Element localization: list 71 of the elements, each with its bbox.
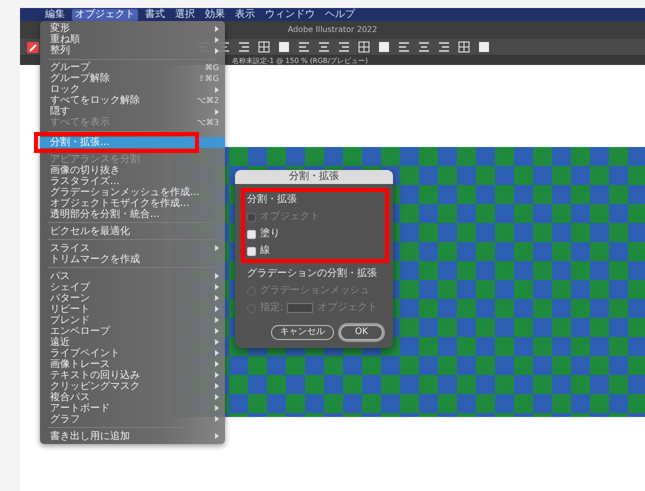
menu-item[interactable]: グラデーションメッシュを作成... [40, 186, 225, 198]
menu-item[interactable]: ブレンド [40, 314, 225, 326]
menu-item[interactable]: 複合パス [40, 392, 225, 402]
menu-bar-item[interactable]: オブジェクト [72, 8, 138, 20]
menu-item[interactable]: ロック [40, 84, 225, 95]
align-right-icon[interactable] [338, 41, 350, 53]
menu-bar-item[interactable]: ヘルプ [322, 8, 358, 20]
menu-item[interactable]: 透明部分を分割・統合... [40, 208, 225, 220]
number-field[interactable] [287, 303, 314, 313]
shortcut-text: ⌘G [204, 62, 219, 73]
menu-item[interactable]: テキストの回り込み [40, 370, 225, 380]
square-icon[interactable] [378, 41, 390, 53]
menu-item[interactable]: 分割・拡張... [40, 136, 225, 148]
menu-item[interactable]: 画像トレース [40, 358, 225, 370]
menu-item[interactable]: 遠近 [40, 336, 225, 348]
app-icon[interactable] [26, 41, 40, 53]
menu-item[interactable]: グループ解除 ⇧⌘G [40, 73, 225, 84]
menu-bar-item[interactable]: 編集 [42, 8, 68, 20]
checkbox-label: 塗り [260, 228, 280, 240]
menu-item[interactable]: パス [40, 270, 225, 282]
menu-bar-item[interactable]: 効果 [202, 8, 228, 20]
submenu-arrow-icon [215, 245, 219, 251]
menu-item[interactable]: ライブペイント [40, 348, 225, 358]
menu-bar-item[interactable]: 選択 [172, 8, 198, 20]
shortcut-text: ⌥⌘2 [196, 95, 219, 106]
checkbox-label: 線 [260, 245, 270, 257]
menu-item[interactable]: 整列 [40, 45, 225, 56]
align-left-icon[interactable] [398, 41, 410, 53]
align-right-icon[interactable] [438, 41, 450, 53]
menu-item[interactable]: 画像の切り抜き [40, 164, 225, 176]
menu-item[interactable]: すべてをロック解除 ⌥⌘2 [40, 95, 225, 106]
menu-item[interactable]: グラフ [40, 414, 225, 424]
menu-item[interactable]: 隠す [40, 106, 225, 117]
section-heading: グラデーションの分割・拡張 [247, 268, 378, 280]
section-heading: 分割・拡張 [247, 194, 298, 206]
grid-icon[interactable] [458, 41, 470, 53]
checkbox[interactable] [247, 230, 256, 238]
menu-item[interactable]: 変形 [40, 23, 225, 34]
menu-bar-item[interactable]: ウィンドウ [262, 8, 318, 20]
submenu-arrow-icon [215, 86, 219, 92]
menu-item[interactable]: エンベロープ [40, 326, 225, 336]
menu-item[interactable]: グループ ⌘G [40, 62, 225, 73]
checkbox[interactable] [247, 246, 256, 256]
square-icon[interactable] [478, 41, 490, 53]
menu-bar-item[interactable]: 表示 [232, 8, 258, 20]
menu-item[interactable]: シェイプ [40, 282, 225, 292]
shortcut-text: ⌥⌘3 [196, 117, 219, 128]
align-left-icon[interactable] [298, 41, 310, 53]
menu-item[interactable]: アートボード [40, 402, 225, 414]
dialog-title: 分割・拡張 [235, 170, 393, 184]
menu-bar-item[interactable]: 書式 [142, 8, 168, 20]
grid-icon[interactable] [358, 41, 370, 53]
menu-item[interactable]: クリッピングマスク [40, 380, 225, 392]
menu-item[interactable]: ラスタライズ... [40, 176, 225, 186]
shortcut-text: ⇧⌘G [198, 73, 219, 84]
cancel-button[interactable]: キャンセル [271, 325, 334, 340]
menu-item[interactable]: ピクセルを最適化 [40, 226, 225, 236]
menu-item[interactable]: 重ね順 [40, 34, 225, 45]
square-icon[interactable] [278, 41, 290, 53]
window-title: Adobe Illustrator 2022 [288, 24, 378, 36]
menu-item[interactable]: スライス [40, 242, 225, 254]
menu-item[interactable]: 書き出し用に追加 [40, 430, 225, 442]
menu-item[interactable]: リピート [40, 304, 225, 314]
menu-item[interactable]: トリムマークを作成 [40, 254, 225, 264]
submenu-arrow-icon [215, 108, 219, 114]
grid-icon[interactable] [258, 41, 270, 53]
align-right-icon[interactable] [238, 41, 250, 53]
ok-button[interactable]: OK [340, 325, 383, 340]
menu-item[interactable]: パターン [40, 292, 225, 304]
submenu-arrow-icon [215, 433, 219, 439]
menu-item[interactable]: オブジェクトモザイクを作成... [40, 198, 225, 208]
